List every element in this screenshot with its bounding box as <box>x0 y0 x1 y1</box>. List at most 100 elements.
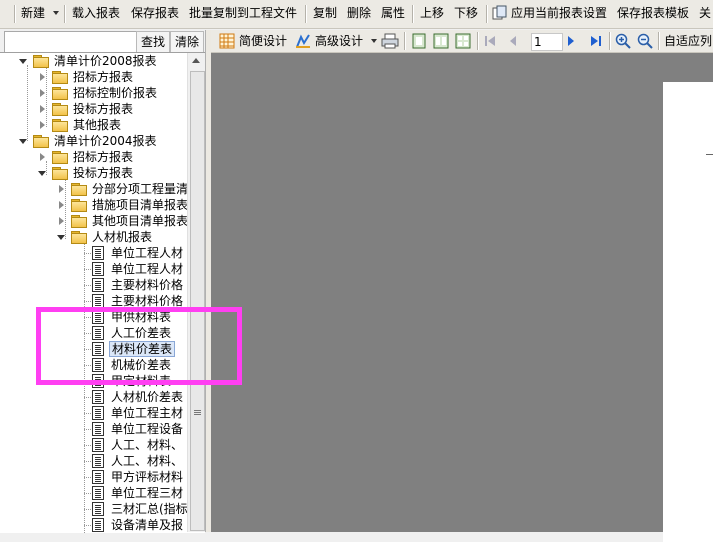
report-preview-area <box>211 53 713 532</box>
close-button[interactable]: 关 <box>699 6 711 20</box>
zoom-out-icon[interactable] <box>637 33 653 49</box>
tree-leaf-label: 三材汇总(指标 <box>111 502 188 516</box>
new-dropdown-arrow-icon[interactable] <box>53 11 59 15</box>
next-page-icon[interactable] <box>565 33 577 49</box>
tree-leaf[interactable]: 人工、材料、 <box>0 453 187 469</box>
tree-node-sub2[interactable]: 措施项目清单报表 <box>0 197 188 213</box>
single-page-icon[interactable] <box>411 33 427 49</box>
highlight-annotation-box <box>36 307 242 385</box>
tree-leaf[interactable]: 单位工程人材 <box>0 261 187 277</box>
folder-icon <box>71 231 87 244</box>
new-button[interactable]: 新建 <box>21 6 45 20</box>
tree-leaf[interactable]: 主要材料价格 <box>0 277 187 293</box>
report-doc-icon <box>92 278 104 292</box>
batch-copy-button[interactable]: 批量复制到工程文件 <box>189 6 297 20</box>
grip-icon <box>194 410 201 411</box>
tree-node-2008-control[interactable]: 招标控制价报表 <box>0 85 187 101</box>
tree-connector <box>84 445 91 446</box>
collapse-arrow-icon[interactable] <box>59 185 64 193</box>
zoom-in-icon[interactable] <box>615 33 631 49</box>
tree-connector <box>84 509 91 510</box>
tree-node-2004-bid[interactable]: 投标方报表 <box>0 165 187 181</box>
tree-leaf[interactable]: 人工、材料、 <box>0 437 187 453</box>
advanced-design-button[interactable]: 高级设计 <box>315 34 363 48</box>
tree-leaf[interactable]: 单位工程设备 <box>0 421 187 437</box>
scroll-up-arrow-icon[interactable] <box>192 58 200 63</box>
expand-arrow-icon[interactable] <box>19 59 27 64</box>
previous-page-icon[interactable] <box>507 33 519 49</box>
fit-column-button[interactable]: 自适应列 <box>664 34 712 48</box>
tree-node-label: 清单计价2008报表 <box>54 54 157 68</box>
advanced-design-icon[interactable] <box>295 33 311 49</box>
toolbar-separator <box>658 32 660 50</box>
tree-node-label: 招标控制价报表 <box>73 86 158 100</box>
toolbar-separator <box>64 5 66 23</box>
expand-arrow-icon[interactable] <box>57 235 65 240</box>
tree-leaf[interactable]: 甲方评标材料 <box>0 469 187 485</box>
simple-design-button[interactable]: 简便设计 <box>239 34 287 48</box>
two-page-icon[interactable] <box>433 33 449 49</box>
tree-node-2008-tender[interactable]: 招标方报表 <box>0 69 187 85</box>
first-page-icon[interactable] <box>483 33 497 49</box>
tree-leaf-label: 甲方评标材料 <box>111 470 184 484</box>
tree-leaf[interactable]: 单位工程主材 <box>0 405 187 421</box>
load-report-button[interactable]: 载入报表 <box>72 6 120 20</box>
save-template-button[interactable]: 保存报表模板 <box>617 6 689 20</box>
tree-leaf[interactable]: 人材机价差表 <box>0 389 187 405</box>
clear-button[interactable]: 清除 <box>170 31 204 53</box>
folder-icon <box>52 71 68 84</box>
search-input[interactable] <box>4 31 140 53</box>
tree-node-sub4[interactable]: 人材机报表 <box>0 229 187 245</box>
toolbar-separator <box>404 32 406 50</box>
tree-node-2008[interactable]: 清单计价2008报表 <box>0 53 187 69</box>
expand-arrow-icon[interactable] <box>19 139 27 144</box>
folder-icon <box>71 215 87 228</box>
tree-leaf-label: 人工、材料、 <box>111 454 184 468</box>
apply-current-settings-button[interactable]: 应用当前报表设置 <box>511 6 607 20</box>
delete-button[interactable]: 删除 <box>347 6 371 20</box>
tree-node-2004[interactable]: 清单计价2004报表 <box>0 133 187 149</box>
tree-node-sub1[interactable]: 分部分项工程量清 <box>0 181 189 197</box>
collapse-arrow-icon[interactable] <box>40 105 45 113</box>
tree-leaf[interactable]: 单位工程人材 <box>0 245 187 261</box>
tree-vertical-scrollbar[interactable] <box>187 53 206 532</box>
tree-node-2004-tender[interactable]: 招标方报表 <box>0 149 187 165</box>
tree-leaf[interactable]: 三材汇总(指标 <box>0 501 188 517</box>
collapse-arrow-icon[interactable] <box>59 217 64 225</box>
collapse-arrow-icon[interactable] <box>40 73 45 81</box>
page-number-input[interactable]: 1 <box>531 33 563 51</box>
toolbar-separator <box>412 5 414 23</box>
multi-page-icon[interactable] <box>455 33 471 49</box>
tree-leaf-label: 单位工程主材 <box>111 406 184 420</box>
collapse-arrow-icon[interactable] <box>40 89 45 97</box>
simple-design-icon[interactable] <box>219 33 235 49</box>
folder-icon <box>71 183 87 196</box>
report-doc-icon <box>92 262 104 276</box>
tree-connector <box>84 525 91 526</box>
toolbar-grip <box>14 5 16 23</box>
tree-node-2008-bid[interactable]: 投标方报表 <box>0 101 187 117</box>
tree-node-label: 清单计价2004报表 <box>54 134 157 148</box>
tree-node-2008-other[interactable]: 其他报表 <box>0 117 187 133</box>
tree-node-label: 投标方报表 <box>73 166 134 180</box>
tree-node-label: 分部分项工程量清 <box>92 182 189 196</box>
printer-icon[interactable] <box>381 33 399 49</box>
move-down-button[interactable]: 下移 <box>454 6 478 20</box>
scrollbar-thumb[interactable] <box>190 71 205 531</box>
advanced-design-dropdown-icon[interactable] <box>371 39 377 43</box>
apply-settings-icon[interactable] <box>492 5 508 21</box>
tree-node-sub3[interactable]: 其他项目清单报表 <box>0 213 188 229</box>
folder-icon <box>52 167 68 180</box>
move-up-button[interactable]: 上移 <box>420 6 444 20</box>
collapse-arrow-icon[interactable] <box>40 153 45 161</box>
collapse-arrow-icon[interactable] <box>40 121 45 129</box>
properties-button[interactable]: 属性 <box>381 6 405 20</box>
find-button[interactable]: 查找 <box>136 31 170 53</box>
expand-arrow-icon[interactable] <box>38 171 46 176</box>
save-report-button[interactable]: 保存报表 <box>131 6 179 20</box>
tree-leaf[interactable]: 单位工程三材 <box>0 485 187 501</box>
collapse-arrow-icon[interactable] <box>59 201 64 209</box>
last-page-icon[interactable] <box>589 33 603 49</box>
tree-leaf[interactable]: 设备清单及报 <box>0 517 187 533</box>
copy-button[interactable]: 复制 <box>313 6 337 20</box>
